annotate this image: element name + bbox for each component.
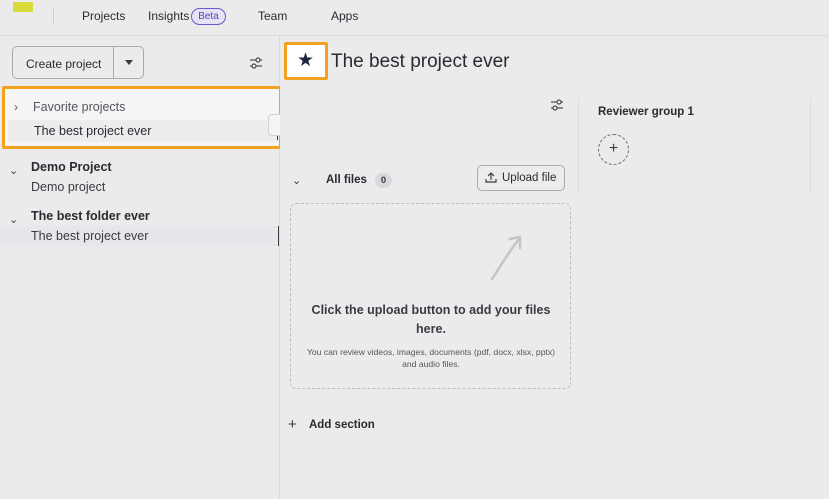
page-title: The best project ever xyxy=(331,51,510,72)
dropzone-secondary-text: You can review videos, images, documents… xyxy=(306,347,556,369)
favorite-projects-header[interactable]: Favorite projects xyxy=(33,100,125,114)
chevron-down-icon[interactable] xyxy=(125,60,133,65)
project-demo-project[interactable]: Demo project xyxy=(31,180,105,194)
curved-arrow-icon xyxy=(490,235,522,281)
logo-icon[interactable] xyxy=(13,2,33,12)
reviewer-group-title: Reviewer group 1 xyxy=(598,106,694,118)
tab-team[interactable]: Team xyxy=(258,9,287,23)
add-reviewer-button[interactable]: + xyxy=(598,134,629,165)
star-icon: ★ xyxy=(297,50,315,71)
favorite-item[interactable]: The best project ever xyxy=(8,120,279,142)
top-nav: Projects Insights Beta Team Apps xyxy=(0,0,829,37)
filter-icon[interactable] xyxy=(249,57,263,69)
column-divider xyxy=(810,98,811,194)
main-content: ★ The best project ever Reviewer group 1… xyxy=(280,36,829,499)
tab-insights[interactable]: Insights xyxy=(148,9,189,23)
filter-icon[interactable] xyxy=(550,99,564,111)
selection-indicator xyxy=(278,226,279,246)
chevron-down-icon[interactable]: ⌄ xyxy=(292,174,301,187)
tab-projects[interactable]: Projects xyxy=(67,9,140,37)
nav-separator xyxy=(53,7,54,25)
favorite-projects-section: › Favorite projects The best project eve… xyxy=(2,86,282,149)
upload-icon xyxy=(485,172,497,183)
chevron-down-icon[interactable]: ⌄ xyxy=(9,164,18,177)
add-section-button[interactable]: Add section xyxy=(309,419,375,431)
upload-file-label: Upload file xyxy=(502,172,557,184)
favorite-item-label: The best project ever xyxy=(34,124,152,138)
chevron-down-icon[interactable]: ⌄ xyxy=(9,213,18,226)
create-project-label: Create project xyxy=(26,57,102,71)
favorite-star-button[interactable]: ★ xyxy=(284,42,328,80)
dropzone-primary-text: Click the upload button to add your file… xyxy=(311,303,551,336)
beta-badge: Beta xyxy=(191,8,226,25)
column-divider xyxy=(578,98,579,194)
upload-file-button[interactable]: Upload file xyxy=(477,165,565,191)
file-count-badge: 0 xyxy=(375,173,392,188)
sidebar: Create project › Favorite projects The b… xyxy=(0,36,292,499)
folder-demo-project[interactable]: Demo Project xyxy=(31,160,112,174)
create-project-button[interactable]: Create project xyxy=(12,46,144,79)
project-best-project[interactable]: The best project ever xyxy=(31,229,148,243)
plus-icon[interactable]: + xyxy=(288,416,297,433)
create-button-divider xyxy=(113,47,114,78)
upload-dropzone[interactable]: Click the upload button to add your file… xyxy=(290,203,571,389)
tab-apps[interactable]: Apps xyxy=(331,9,358,23)
folder-best-folder[interactable]: The best folder ever xyxy=(31,209,150,223)
section-title: All files xyxy=(326,174,367,186)
chevron-right-icon[interactable]: › xyxy=(14,100,18,114)
